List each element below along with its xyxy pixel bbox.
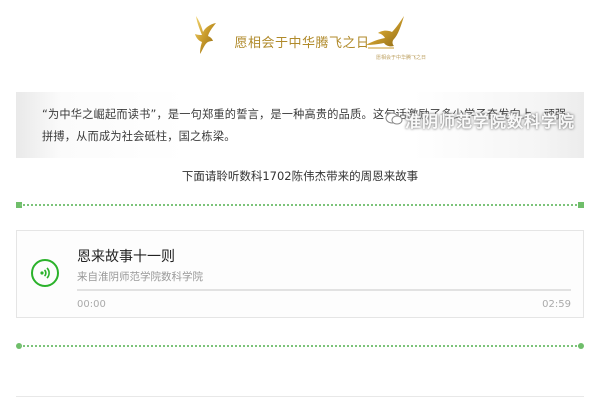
- header-banner: 愿相会于中华腾飞之日 愿相会于中华腾飞之日: [0, 10, 600, 61]
- golden-dove-icon: [195, 16, 216, 54]
- header-title: 愿相会于中华腾飞之日: [234, 36, 370, 51]
- audio-title: 恩来故事十一则: [77, 249, 175, 265]
- bottom-separator: [16, 396, 584, 397]
- story-subtitle: 下面请聆听数科1702陈伟杰带来的周恩来故事: [181, 169, 419, 183]
- current-time: 00:00: [77, 299, 106, 310]
- divider-line: [20, 345, 580, 347]
- watermark-text: 淮阴师范学院数科学院: [405, 112, 576, 131]
- divider-end-dot: [578, 343, 584, 349]
- total-duration: 02:59: [542, 299, 571, 310]
- audio-source: 来自淮阴师范学院数科学院: [77, 271, 203, 283]
- header-caption: 愿相会于中华腾飞之日: [376, 55, 427, 61]
- dotted-divider-bottom: [16, 343, 584, 349]
- golden-dove-icon: [366, 16, 404, 49]
- divider-line: [20, 204, 580, 206]
- dotted-divider-top: [16, 202, 584, 208]
- play-button[interactable]: [31, 259, 59, 287]
- wechat-icon: [385, 112, 403, 125]
- divider-end-dot: [578, 202, 584, 208]
- sound-wave-icon: [40, 267, 50, 279]
- audio-player-card[interactable]: 恩来故事十一则 来自淮阴师范学院数科学院 00:00 02:59: [16, 230, 584, 318]
- audio-progress-bar[interactable]: [77, 289, 571, 291]
